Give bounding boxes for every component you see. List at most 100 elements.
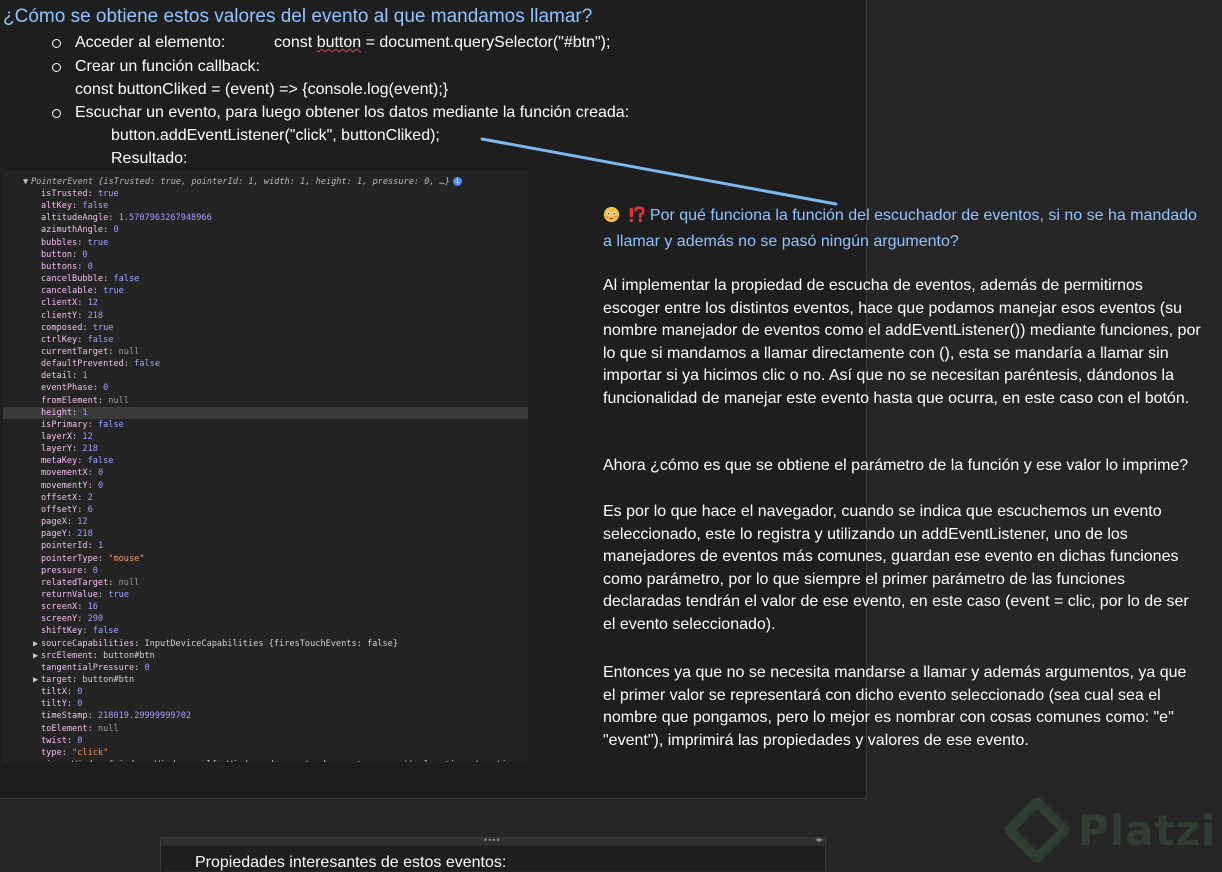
property-key: clientX xyxy=(41,298,78,309)
console-property-row[interactable]: ▶ sourceCapabilities: InputDeviceCapabili… xyxy=(3,638,528,650)
property-value: 218 xyxy=(87,310,104,321)
property-separator: : xyxy=(108,577,119,588)
property-value: 290 xyxy=(87,614,104,625)
property-separator: : xyxy=(87,711,98,722)
code-text: = document.querySelector("#btn"); xyxy=(361,34,611,51)
console-object-header[interactable]: ▼ PointerEvent {isTrusted: true, pointerI… xyxy=(3,176,528,188)
question-paragraph: Por qué funciona la función del escuchad… xyxy=(603,205,1203,253)
expand-arrow-icon[interactable]: ▶ xyxy=(33,759,41,762)
bullet-2-code: const buttonCliked = (event) => {console… xyxy=(75,81,449,98)
property-key: twist xyxy=(41,735,67,746)
property-value: null xyxy=(108,395,129,406)
property-separator: : xyxy=(77,504,88,515)
property-value: null xyxy=(118,346,140,357)
explanation-paragraph-3: Entonces ya que no se necesita mandarse … xyxy=(603,664,1187,749)
bullet-circle xyxy=(52,63,61,72)
code-text: const xyxy=(274,34,317,51)
property-key: relatedTarget xyxy=(41,577,109,588)
property-separator: : xyxy=(92,383,104,394)
property-key: tangentialPressure xyxy=(41,662,135,673)
info-icon[interactable]: i xyxy=(453,177,463,186)
property-separator: : xyxy=(61,747,73,758)
console-property-row: altitudeAngle: 1.5707963267948966 xyxy=(3,212,528,224)
property-value: false xyxy=(134,359,161,370)
bullet-1-code: const button = document.querySelector("#… xyxy=(274,34,610,52)
property-value: 0 xyxy=(77,699,83,710)
property-key: button xyxy=(41,249,73,260)
bullet-circle xyxy=(52,39,61,48)
property-key: tiltX xyxy=(41,687,67,698)
property-separator: : xyxy=(77,492,88,503)
property-separator: : xyxy=(87,541,98,552)
devtools-console-screenshot: ▼ PointerEvent {isTrusted: true, pointerI… xyxy=(3,170,528,762)
property-value: true xyxy=(97,189,119,199)
property-separator: : xyxy=(66,687,78,698)
console-property-row[interactable]: ▶view: Window {window: Window, self: Win… xyxy=(3,759,528,762)
console-property-row: button: 0 xyxy=(3,249,528,261)
drag-handle-icon[interactable]: •••• xyxy=(484,835,501,845)
property-key: clientY xyxy=(41,310,78,321)
property-key: shiftKey xyxy=(41,626,83,637)
property-value: 1 xyxy=(82,371,88,382)
property-separator: : xyxy=(66,517,78,528)
property-key: target xyxy=(41,675,73,685)
explanation-paragraph-2: Es por lo que hace el navegador, cuando … xyxy=(603,503,1189,633)
console-property-row: isPrimary: false xyxy=(3,419,528,431)
property-value: null xyxy=(97,723,119,734)
property-key: pointerType xyxy=(41,553,98,564)
property-key: ctrlKey xyxy=(41,334,78,345)
expand-arrow-icon[interactable]: ▶ xyxy=(33,638,41,650)
property-separator: : xyxy=(72,201,83,212)
property-separator: : xyxy=(92,286,104,297)
property-separator: : xyxy=(77,298,88,309)
expand-arrow-icon[interactable]: ▼ xyxy=(23,176,31,188)
property-key: srcElement xyxy=(41,650,93,661)
property-value: Window {window: Window, self: Window, do… xyxy=(72,760,528,762)
property-separator: : xyxy=(82,626,93,637)
property-value: 0 xyxy=(77,735,83,746)
console-property-row: relatedTarget: null xyxy=(3,577,528,589)
console-property-row: layerX: 12 xyxy=(3,431,528,443)
property-key: timeStamp xyxy=(41,711,88,722)
exclamation-question-icon xyxy=(628,206,646,231)
console-property-row: defaultPrevented: false xyxy=(3,358,528,370)
property-value: 0 xyxy=(82,249,88,260)
expand-arrow-icon[interactable]: ▶ xyxy=(33,650,41,662)
property-value: 12 xyxy=(77,517,88,528)
console-property-row: layerY: 218 xyxy=(3,443,528,455)
property-separator: : xyxy=(87,419,98,430)
property-value: 1 xyxy=(82,407,88,418)
property-key: pressure xyxy=(41,565,83,576)
property-separator: : xyxy=(108,346,119,357)
console-property-row[interactable]: ▶ srcElement: button#btn xyxy=(3,650,528,662)
explanation-question-2: Ahora ¿cómo es que se obtiene el parámet… xyxy=(603,457,1189,474)
console-property-row: azimuthAngle: 0 xyxy=(3,224,528,236)
flushed-face-icon xyxy=(603,206,620,231)
console-property-row: height: 1 xyxy=(3,406,528,419)
property-value: false xyxy=(82,201,109,212)
property-key: altKey xyxy=(41,201,73,212)
property-value: false xyxy=(97,419,124,430)
property-key: offsetY xyxy=(41,504,78,515)
property-value: true xyxy=(87,237,109,248)
property-separator: : xyxy=(92,650,104,661)
property-key: cancelable xyxy=(41,286,93,297)
property-value: false xyxy=(87,334,114,345)
bullet-1-label: Acceder al elemento: xyxy=(75,34,226,51)
property-key: pageX xyxy=(41,517,67,528)
property-separator: : xyxy=(87,468,98,479)
expand-arrow-icon[interactable]: ▶ xyxy=(33,674,41,686)
console-property-row: pointerId: 1 xyxy=(3,540,528,552)
note-page: ¿Cómo se obtiene estos valores del event… xyxy=(0,0,1201,799)
resize-arrows-icon[interactable]: ◂▸ xyxy=(815,835,823,844)
console-property-row[interactable]: ▶ target: button#btn xyxy=(3,674,528,686)
platzi-logo-text: Platzi xyxy=(1078,806,1217,855)
property-key: layerX xyxy=(41,432,73,442)
property-separator: : xyxy=(87,723,98,734)
property-separator: : xyxy=(66,699,78,710)
property-value: 218 xyxy=(82,444,98,455)
panel-drag-bar[interactable]: •••• ◂▸ xyxy=(161,835,825,846)
property-key: isTrusted xyxy=(41,189,88,199)
property-separator: : xyxy=(72,432,83,442)
property-value: 16 xyxy=(87,602,98,613)
